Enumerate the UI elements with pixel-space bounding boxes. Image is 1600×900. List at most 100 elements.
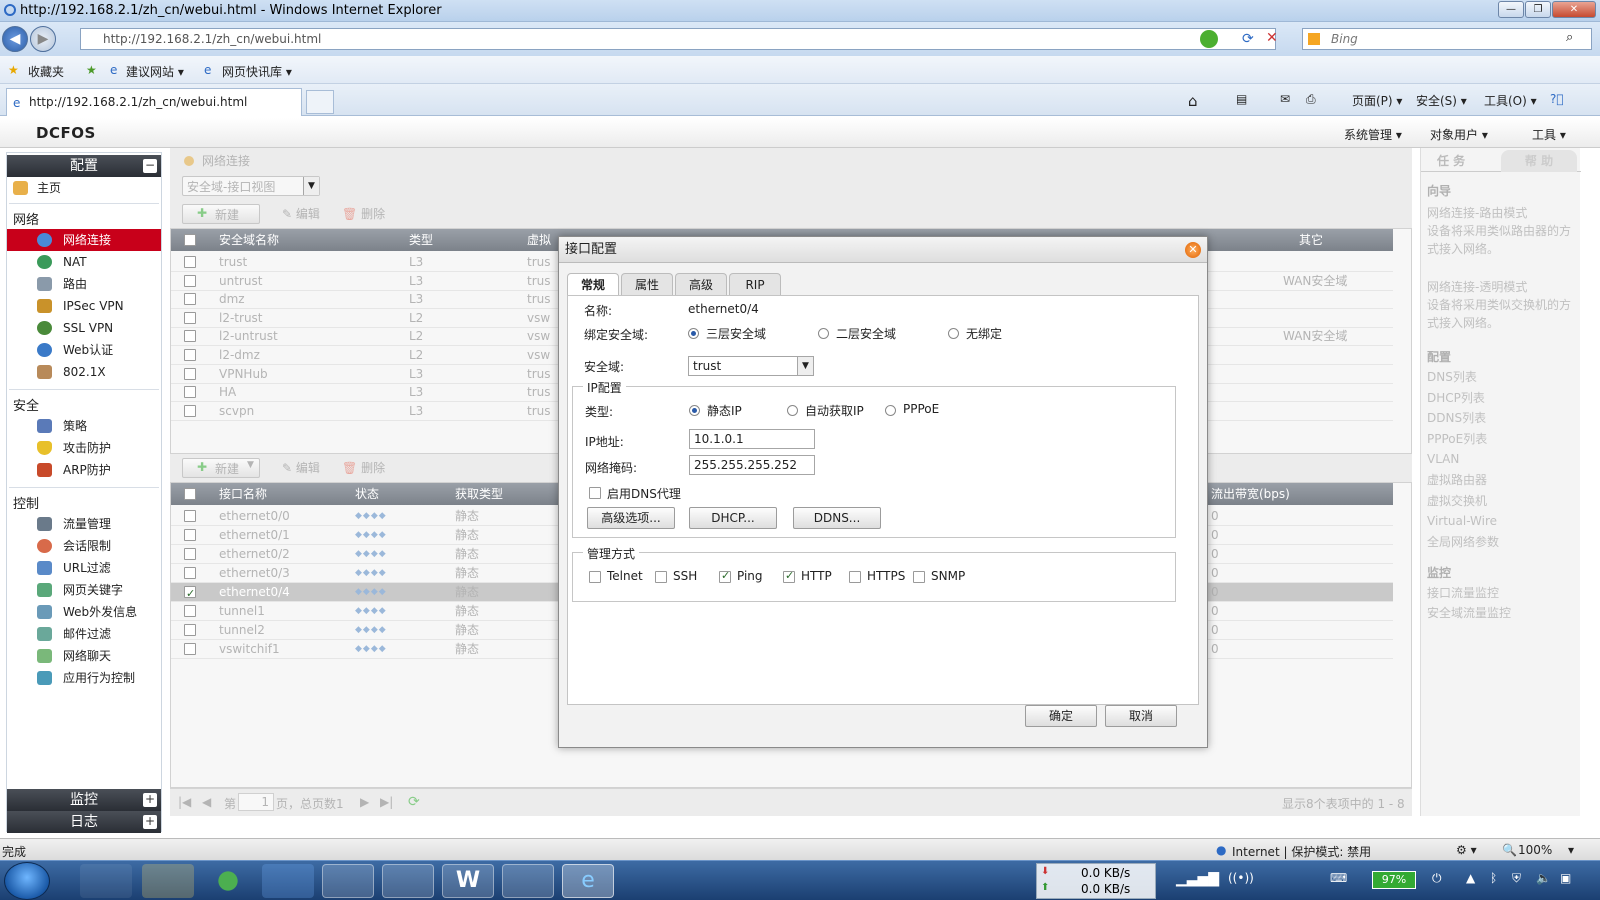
iface-edit-button[interactable]: ✎ 编辑: [282, 458, 320, 478]
menu-object-user[interactable]: 对象用户 ▾: [1430, 126, 1488, 143]
power-icon[interactable]: ⏻: [1432, 871, 1442, 886]
ok-button[interactable]: 确定: [1025, 705, 1097, 727]
dhcp-button[interactable]: DHCP...: [689, 507, 777, 529]
row-checkbox[interactable]: [184, 548, 196, 560]
first-page-icon[interactable]: |◀: [178, 795, 191, 809]
view-select[interactable]: 安全域-接口视图 ▼: [182, 176, 320, 196]
zone-delete-button[interactable]: 🗑 删除: [342, 204, 385, 224]
expand-icon[interactable]: +: [143, 793, 157, 807]
select-all-checkbox[interactable]: [184, 488, 196, 500]
nav-item-web-post[interactable]: Web外发信息: [7, 601, 161, 623]
address-input[interactable]: http://192.168.2.1/zh_cn/webui.html: [80, 28, 1276, 50]
word-icon[interactable]: W: [442, 864, 494, 898]
nav-item-8021x[interactable]: 802.1X: [7, 361, 161, 383]
home-icon[interactable]: ⌂: [1188, 92, 1198, 110]
close-icon[interactable]: ✕: [1185, 242, 1201, 258]
radio-l3-zone[interactable]: [688, 328, 699, 339]
next-page-icon[interactable]: ▶: [360, 795, 369, 809]
mgmt-ping-checkbox[interactable]: [719, 569, 731, 583]
collapse-icon[interactable]: −: [143, 159, 157, 173]
tab-general[interactable]: 常规: [567, 273, 619, 296]
nav-item-web-keyword[interactable]: 网页关键字: [7, 579, 161, 601]
minimize-button[interactable]: —: [1498, 1, 1524, 18]
cancel-button[interactable]: 取消: [1105, 705, 1177, 727]
row-checkbox[interactable]: [184, 330, 196, 343]
tab-help[interactable]: 帮 助: [1501, 150, 1577, 172]
zone-select[interactable]: trust ▼: [688, 356, 814, 376]
row-checkbox[interactable]: [184, 605, 196, 617]
web-slice-gallery[interactable]: 网页快讯库 ▾: [222, 63, 292, 80]
row-checkbox[interactable]: [184, 293, 196, 306]
protected-mode-icon[interactable]: ⚙ ▾: [1456, 843, 1477, 857]
refresh-icon[interactable]: ⟳: [408, 794, 420, 810]
mgmt-snmp-checkbox[interactable]: [913, 571, 925, 583]
config-link[interactable]: DNS列表: [1427, 368, 1577, 386]
radio-dhcp-ip[interactable]: [787, 405, 798, 416]
browser-tab[interactable]: e http://192.168.2.1/zh_cn/webui.html: [6, 88, 302, 116]
config-link[interactable]: VLAN: [1427, 450, 1577, 468]
row-checkbox[interactable]: [184, 510, 196, 522]
tab-rip[interactable]: RIP: [729, 273, 781, 295]
tools-menu[interactable]: 工具(O) ▾: [1484, 92, 1537, 109]
notepad-icon[interactable]: [322, 864, 374, 898]
mgmt-ssh-checkbox[interactable]: [655, 571, 667, 583]
monitor-iface-link[interactable]: 接口流量监控: [1427, 584, 1577, 602]
nav-item-session[interactable]: 会话限制: [7, 535, 161, 557]
feeds-icon[interactable]: ▤: [1236, 92, 1247, 106]
prev-page-icon[interactable]: ◀: [202, 795, 211, 809]
nav-item-policy[interactable]: 策略: [7, 415, 161, 437]
nav-log-header[interactable]: 日志 +: [7, 811, 161, 833]
refresh-icon[interactable]: ⟳: [1242, 31, 1254, 47]
nav-item-route[interactable]: 路由: [7, 273, 161, 295]
row-checkbox[interactable]: [184, 367, 196, 380]
menu-system-admin[interactable]: 系统管理 ▾: [1344, 126, 1402, 143]
nav-item-app-control[interactable]: 应用行为控制: [7, 667, 161, 689]
monitor-zone-link[interactable]: 安全域流量监控: [1427, 604, 1577, 622]
help-icon[interactable]: ?⃝: [1550, 92, 1564, 106]
radio-static-ip[interactable]: [689, 405, 700, 416]
search-input[interactable]: Bing: [1302, 28, 1592, 50]
dns-proxy-checkbox[interactable]: [589, 487, 601, 499]
ip-address-input[interactable]: 10.1.0.1: [689, 429, 815, 449]
folder-icon[interactable]: [142, 864, 194, 898]
row-checkbox[interactable]: [184, 643, 196, 655]
row-checkbox[interactable]: [184, 529, 196, 541]
computer-icon[interactable]: [80, 864, 132, 898]
compat-icon[interactable]: [1200, 30, 1218, 48]
close-window-button[interactable]: ✕: [1552, 1, 1596, 18]
select-all-checkbox[interactable]: [184, 234, 196, 246]
zoom-level[interactable]: 100%: [1518, 843, 1552, 857]
advanced-options-button[interactable]: 高级选项...: [587, 507, 675, 529]
chrome-icon[interactable]: [202, 864, 254, 898]
row-checkbox[interactable]: [184, 567, 196, 579]
search-icon[interactable]: ⌕: [1566, 30, 1573, 45]
iface-delete-button[interactable]: 🗑 删除: [342, 458, 385, 478]
network-tool-icon[interactable]: [502, 864, 554, 898]
new-tab-button[interactable]: [306, 90, 334, 114]
guide-route-mode-link[interactable]: 网络连接-路由模式: [1427, 204, 1577, 222]
row-checkbox[interactable]: [184, 256, 196, 268]
guide-transparent-mode-link[interactable]: 网络连接-透明模式: [1427, 278, 1577, 296]
signal-icon[interactable]: ▁▃▅▇: [1176, 871, 1219, 887]
nav-item-web-auth[interactable]: Web认证: [7, 339, 161, 361]
last-page-icon[interactable]: ▶|: [380, 795, 393, 809]
radio-no-bind[interactable]: [948, 328, 959, 339]
zone-edit-button[interactable]: ✎ 编辑: [282, 204, 320, 224]
ddns-button[interactable]: DDNS...: [793, 507, 881, 529]
keyboard-icon[interactable]: ⌨: [1330, 871, 1347, 885]
row-checkbox[interactable]: [184, 311, 196, 324]
page-menu[interactable]: 页面(P) ▾: [1352, 92, 1402, 109]
iface-new-button[interactable]: ✚ 新建 ▼: [182, 458, 260, 478]
bluetooth-icon[interactable]: ᛒ: [1490, 871, 1497, 885]
zone-new-button[interactable]: ✚ 新建: [182, 204, 260, 224]
tab-properties[interactable]: 属性: [621, 273, 673, 295]
stop-icon[interactable]: ✕: [1266, 30, 1278, 46]
nav-item-mail-filter[interactable]: 邮件过滤: [7, 623, 161, 645]
config-link[interactable]: DHCP列表: [1427, 389, 1577, 407]
nav-item-attack-defense[interactable]: 攻击防护: [7, 437, 161, 459]
page-input[interactable]: 1: [238, 793, 274, 811]
nav-config-header[interactable]: 配置 −: [7, 155, 161, 177]
tab-advanced[interactable]: 高级: [675, 273, 727, 295]
app-icon[interactable]: [262, 864, 314, 898]
explorer-icon[interactable]: [382, 864, 434, 898]
